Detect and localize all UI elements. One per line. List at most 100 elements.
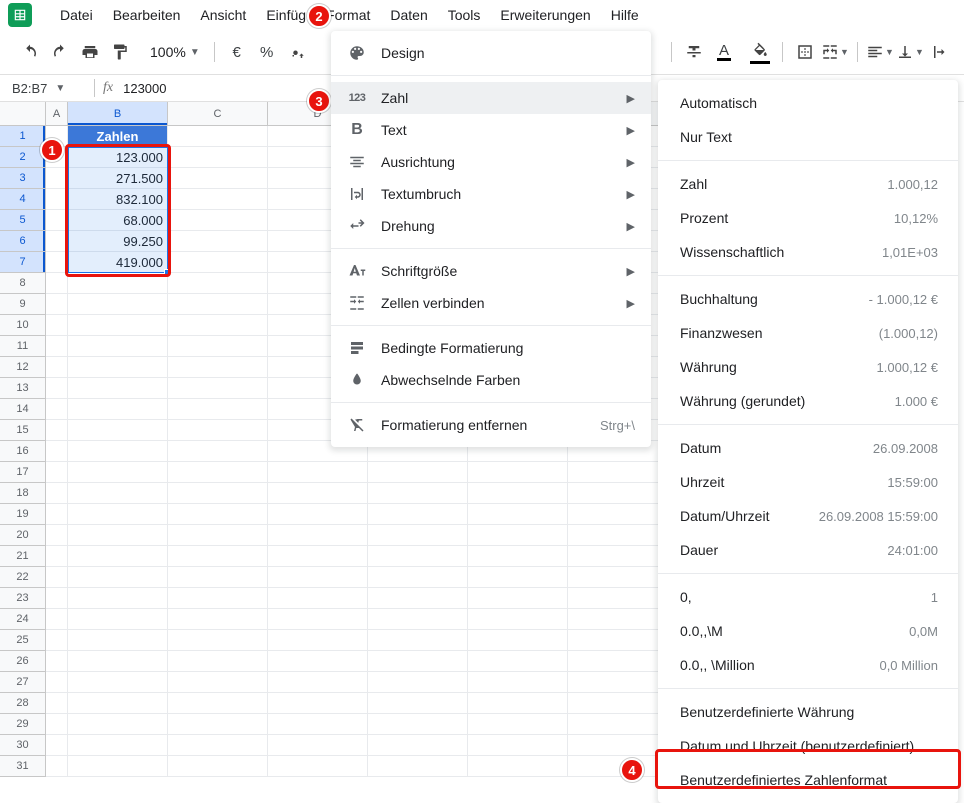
cell[interactable] [568,714,668,735]
cell[interactable] [268,462,368,483]
number-format-prozent[interactable]: Prozent10,12% [658,201,958,235]
cell[interactable] [68,672,168,693]
number-format-dauer[interactable]: Dauer24:01:00 [658,533,958,567]
menu-hilfe[interactable]: Hilfe [603,3,647,27]
cell[interactable] [268,609,368,630]
cell[interactable] [268,630,368,651]
cell[interactable] [568,504,668,525]
cell[interactable] [568,525,668,546]
zoom-select[interactable]: 100%▼ [144,44,206,60]
number-format-w-hrung-gerundet-[interactable]: Währung (gerundet)1.000 € [658,384,958,418]
cell[interactable] [46,357,68,378]
cell[interactable] [268,525,368,546]
row-header-2[interactable]: 2 [0,147,46,168]
cell[interactable] [168,525,268,546]
cell[interactable] [68,336,168,357]
row-header-30[interactable]: 30 [0,735,46,756]
format-menu-textumbruch[interactable]: Textumbruch▶ [331,178,651,210]
cell[interactable] [368,651,468,672]
row-header-9[interactable]: 9 [0,294,46,315]
format-menu-schriftgröße[interactable]: Schriftgröße▶ [331,255,651,287]
cell[interactable] [268,693,368,714]
cell[interactable] [468,483,568,504]
redo-button[interactable] [46,38,74,66]
number-format-benutzerdefinierte-w-hrung[interactable]: Benutzerdefinierte Währung [658,695,958,729]
number-format-wissenschaftlich[interactable]: Wissenschaftlich1,01E+03 [658,235,958,269]
cell[interactable] [46,210,68,231]
cell[interactable] [46,735,68,756]
row-header-7[interactable]: 7 [0,252,46,273]
cell[interactable] [468,756,568,777]
number-format-datum-und-uhrzeit-benutzerdefiniert-[interactable]: Datum und Uhrzeit (benutzerdefiniert) [658,729,958,763]
cell[interactable] [168,756,268,777]
cell[interactable] [368,609,468,630]
cell[interactable] [468,693,568,714]
format-menu-zahl[interactable]: 123Zahl▶ [331,82,651,114]
cell[interactable] [168,693,268,714]
cell[interactable] [568,672,668,693]
data-cell[interactable]: 68.000 [68,210,168,231]
format-menu-bedingte-formatierung[interactable]: Bedingte Formatierung [331,332,651,364]
cell[interactable] [46,462,68,483]
cell[interactable] [68,504,168,525]
cell[interactable] [68,735,168,756]
halign-button[interactable]: ▼ [866,38,894,66]
cell[interactable] [268,588,368,609]
cell[interactable] [168,357,268,378]
cell[interactable] [468,567,568,588]
cell[interactable] [46,651,68,672]
cell[interactable] [68,525,168,546]
row-header-17[interactable]: 17 [0,462,46,483]
number-format-nur-text[interactable]: Nur Text [658,120,958,154]
cell[interactable] [68,378,168,399]
menu-einfüg[interactable]: Einfüg [258,3,314,27]
cell[interactable] [46,441,68,462]
cell[interactable] [46,756,68,777]
row-header-21[interactable]: 21 [0,546,46,567]
cell[interactable] [68,567,168,588]
merge-button[interactable]: ▼ [821,38,849,66]
cell[interactable] [168,210,268,231]
cell[interactable] [168,399,268,420]
cell[interactable] [368,504,468,525]
cell[interactable] [468,651,568,672]
cell[interactable] [568,462,668,483]
row-header-27[interactable]: 27 [0,672,46,693]
format-menu-drehung[interactable]: Drehung▶ [331,210,651,242]
cell[interactable] [468,672,568,693]
cell[interactable] [168,567,268,588]
data-cell[interactable]: 99.250 [68,231,168,252]
cell[interactable] [168,504,268,525]
cell[interactable] [168,126,268,147]
cell[interactable] [468,546,568,567]
row-header-1[interactable]: 1 [0,126,46,147]
format-menu-design[interactable]: Design [331,37,651,69]
cell[interactable] [468,504,568,525]
cell[interactable] [68,546,168,567]
cell[interactable] [46,252,68,273]
number-format-0-0-m[interactable]: 0.0,,\M0,0M [658,614,958,648]
cell[interactable] [468,630,568,651]
borders-button[interactable] [791,38,819,66]
data-cell[interactable]: 271.500 [68,168,168,189]
cell[interactable] [268,672,368,693]
cell[interactable] [368,588,468,609]
cell[interactable] [168,588,268,609]
format-menu-text[interactable]: BText▶ [331,114,651,146]
cell[interactable] [168,273,268,294]
cell[interactable] [568,693,668,714]
format-menu-zellen-verbinden[interactable]: Zellen verbinden▶ [331,287,651,319]
cell[interactable] [168,315,268,336]
cell[interactable] [268,714,368,735]
cell[interactable] [168,189,268,210]
cell[interactable] [468,609,568,630]
cell[interactable] [46,504,68,525]
cell[interactable] [68,588,168,609]
cell[interactable] [46,483,68,504]
menu-format[interactable]: Format [318,3,378,27]
currency-button[interactable]: € [223,38,251,66]
row-header-6[interactable]: 6 [0,231,46,252]
cell[interactable] [168,672,268,693]
cell[interactable] [368,483,468,504]
cell[interactable] [268,651,368,672]
